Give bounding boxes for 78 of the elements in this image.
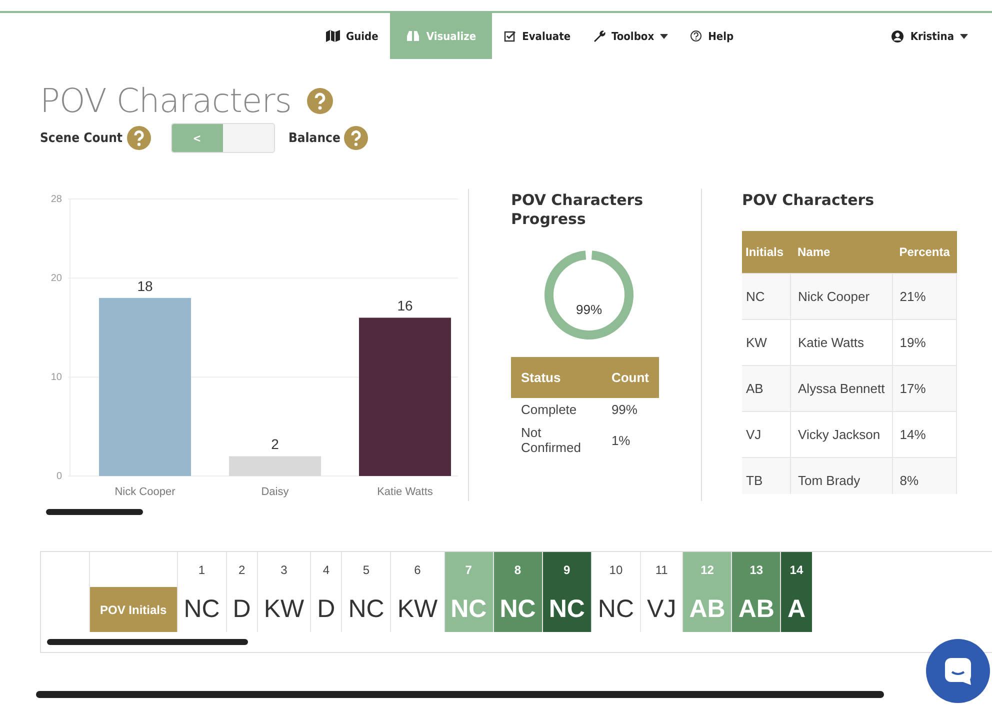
table-cell: 99%	[601, 398, 659, 421]
column-header: Count	[601, 357, 659, 398]
table-cell: Tom Brady	[790, 458, 892, 494]
scene-number: 12	[682, 552, 732, 587]
table-cell: NC	[742, 274, 791, 320]
scene-number: 2	[226, 552, 258, 587]
table-cell: TB	[742, 458, 791, 494]
column-header: Name	[790, 231, 892, 274]
axis-tick: 10	[50, 372, 62, 384]
bar[interactable]	[99, 298, 191, 476]
panel-title: POV Characters	[742, 191, 876, 209]
scene-initials[interactable]: KW	[257, 587, 311, 632]
data-label: 2	[271, 436, 279, 452]
help-icon	[690, 30, 702, 42]
toggle-label: Balance	[288, 130, 340, 146]
scene-initials[interactable]: D	[310, 587, 342, 632]
nav-tab[interactable]: Evaluate	[494, 13, 581, 59]
scene-number: 4	[310, 552, 342, 587]
scene-number: 14	[780, 552, 812, 587]
scene-initials[interactable]: NC	[177, 587, 226, 632]
nav-tab[interactable]: Guide	[316, 13, 388, 59]
bar[interactable]	[359, 318, 451, 476]
scene-initials[interactable]: NC	[342, 587, 391, 632]
nav-tab[interactable]: Help	[680, 13, 744, 59]
axis-label: Daisy	[261, 486, 289, 498]
help-icon[interactable]	[126, 126, 150, 150]
table-cell-text: 1%	[610, 432, 632, 450]
scene-number: 1	[177, 552, 226, 587]
data-label: 16	[397, 298, 413, 314]
table-cell: Complete	[511, 398, 602, 421]
scrollbar[interactable]	[46, 509, 143, 515]
table-cell: 21%	[892, 274, 957, 320]
column-header: Initials	[742, 231, 791, 274]
progress-value: 99%	[574, 302, 604, 317]
table-cell: 8%	[892, 458, 957, 494]
nav-tab[interactable]: Toolbox	[582, 13, 678, 59]
user-menu[interactable]: Kristina	[881, 13, 978, 59]
user-icon	[891, 30, 904, 42]
column-header: Status	[511, 357, 602, 398]
table-cell-text: Not Confirmed	[520, 424, 582, 457]
table-cell: 17%	[892, 366, 957, 412]
checkbox-icon	[504, 30, 516, 42]
scene-number: 13	[732, 552, 781, 587]
scrollbar[interactable]	[47, 639, 248, 645]
scene-initials[interactable]: NC	[542, 587, 592, 632]
panel-title: POV Characters Progress	[511, 191, 644, 229]
scene-initials[interactable]: A	[780, 587, 812, 632]
axis-tick: 0	[56, 471, 62, 482]
page-title: POV Characters	[40, 81, 292, 120]
binoculars-icon	[406, 30, 420, 42]
scene-number: 5	[342, 552, 391, 587]
table-cell: Nick Cooper	[790, 274, 892, 320]
bar[interactable]	[229, 456, 321, 476]
toggle-label: Scene Count	[40, 130, 122, 146]
wrench-icon	[592, 30, 606, 42]
table-cell: AB	[742, 366, 791, 412]
scene-initials[interactable]: D	[226, 587, 258, 632]
table-cell: Alyssa Bennett	[790, 366, 892, 412]
map-icon	[326, 30, 340, 42]
scene-initials[interactable]: NC	[591, 587, 641, 632]
axis-label: Katie Watts	[377, 486, 433, 498]
scene-number: 8	[493, 552, 542, 587]
help-icon[interactable]	[344, 126, 368, 150]
scrollbar[interactable]	[36, 691, 884, 698]
row-label: POV Initials	[90, 587, 178, 632]
data-label: 18	[137, 278, 153, 294]
scene-number: 9	[542, 552, 592, 587]
scene-number: 3	[257, 552, 311, 587]
scene-number: 10	[591, 552, 641, 587]
help-icon[interactable]	[307, 88, 334, 114]
scene-number: 7	[444, 552, 494, 587]
axis-label: Nick Cooper	[114, 486, 176, 498]
chat-icon	[943, 656, 973, 686]
scene-initials[interactable]: NC	[493, 587, 542, 632]
axis-tick: 20	[50, 273, 62, 284]
axis-tick: 28	[50, 194, 62, 205]
scene-initials[interactable]: AB	[732, 587, 781, 632]
column-header: Percenta	[892, 231, 957, 274]
